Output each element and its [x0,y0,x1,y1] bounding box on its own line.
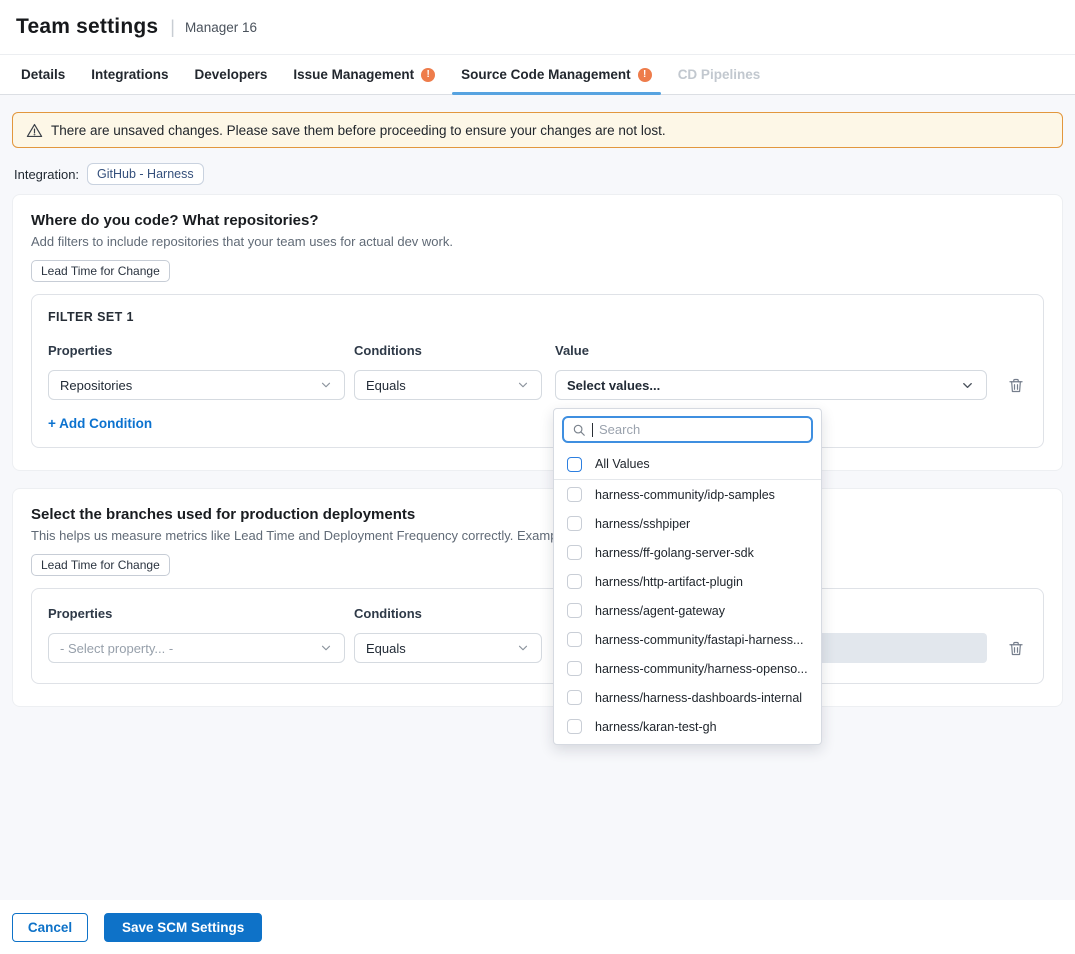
chevron-down-icon [319,641,333,655]
checkbox-all-values[interactable] [567,457,582,472]
repositories-card-subtitle: Add filters to include repositories that… [31,234,1044,249]
search-placeholder: Search [599,422,640,437]
property-select[interactable]: - Select property... - [48,633,345,663]
tab-bar: Details Integrations Developers Issue Ma… [0,54,1075,95]
tab-source-code-management[interactable]: Source Code Management ! [448,55,665,94]
lead-time-chip: Lead Time for Change [31,260,170,282]
repo-option[interactable]: harness/harness-dashboards-internal [554,683,821,712]
checkbox[interactable] [567,516,582,531]
tab-details[interactable]: Details [8,55,78,94]
tab-developers[interactable]: Developers [182,55,281,94]
warning-badge-icon: ! [421,68,435,82]
add-condition-button[interactable]: + Add Condition [48,416,152,431]
checkbox[interactable] [567,574,582,589]
integration-row: Integration: GitHub - Harness [14,163,1061,185]
unsaved-changes-banner: There are unsaved changes. Please save t… [12,112,1063,148]
chevron-down-icon [516,641,530,655]
branches-filter-set: Properties Conditions - Select property.… [31,588,1044,684]
repo-option[interactable]: harness-community/harness-openso... [554,654,821,683]
properties-column-label: Properties [48,343,354,358]
delete-condition-button[interactable] [1007,637,1027,659]
delete-condition-button[interactable] [1007,374,1027,396]
footer-bar: Cancel Save SCM Settings [0,900,1075,954]
lead-time-chip: Lead Time for Change [31,554,170,576]
checkbox[interactable] [567,661,582,676]
trash-icon [1007,639,1025,658]
trash-icon [1007,376,1025,395]
repo-option[interactable]: harness/sshpiper [554,509,821,538]
banner-text: There are unsaved changes. Please save t… [51,123,666,138]
conditions-column-label: Conditions [354,606,555,621]
integration-label: Integration: [14,167,79,182]
chevron-down-icon [960,378,975,393]
branches-card-title: Select the branches used for production … [31,506,1044,523]
tab-integrations[interactable]: Integrations [78,55,181,94]
repo-option-clipped[interactable]: harness/... [554,741,821,745]
page-title: Team settings [16,15,158,39]
value-column-label: Value [555,343,589,358]
page-subtitle: Manager 16 [185,20,257,35]
repo-option[interactable]: harness/http-artifact-plugin [554,567,821,596]
checkbox[interactable] [567,603,582,618]
tab-cd-pipelines: CD Pipelines [665,55,774,94]
filter-set-title: FILTER SET 1 [48,310,1027,324]
checkbox[interactable] [567,487,582,502]
chevron-down-icon [516,378,530,392]
property-select[interactable]: Repositories [48,370,345,400]
conditions-column-label: Conditions [354,343,555,358]
condition-select[interactable]: Equals [354,370,542,400]
repo-option[interactable]: harness/ff-golang-server-sdk [554,538,821,567]
value-multiselect[interactable]: Select values... [555,370,987,400]
branches-card: Select the branches used for production … [12,488,1063,707]
branches-card-subtitle: This helps us measure metrics like Lead … [31,528,1044,543]
save-scm-settings-button[interactable]: Save SCM Settings [104,913,262,942]
option-all-values[interactable]: All Values [554,449,821,480]
repo-option[interactable]: harness/karan-test-gh [554,712,821,741]
repo-option[interactable]: harness-community/idp-samples [554,480,821,509]
search-icon [572,423,586,437]
integration-chip[interactable]: GitHub - Harness [87,163,204,185]
checkbox[interactable] [567,690,582,705]
properties-column-label: Properties [48,606,354,621]
dropdown-search-input[interactable]: Search [562,416,813,443]
tab-issue-management[interactable]: Issue Management ! [280,55,448,94]
warning-badge-icon: ! [638,68,652,82]
values-dropdown-panel: Search All Values harness-community/idp-… [553,408,822,745]
checkbox[interactable] [567,545,582,560]
repo-option[interactable]: harness-community/fastapi-harness... [554,625,821,654]
repositories-card: Where do you code? What repositories? Ad… [12,194,1063,471]
cancel-button[interactable]: Cancel [12,913,88,942]
warning-triangle-icon [26,122,43,139]
text-cursor [592,423,593,437]
condition-select[interactable]: Equals [354,633,542,663]
chevron-down-icon [319,378,333,392]
checkbox[interactable] [567,719,582,734]
page-header: Team settings | Manager 16 [0,0,1075,54]
checkbox[interactable] [567,632,582,647]
filter-set-1: FILTER SET 1 Properties Conditions Value… [31,294,1044,448]
repo-option[interactable]: harness/agent-gateway [554,596,821,625]
title-separator: | [170,17,175,38]
repositories-card-title: Where do you code? What repositories? [31,212,1044,229]
